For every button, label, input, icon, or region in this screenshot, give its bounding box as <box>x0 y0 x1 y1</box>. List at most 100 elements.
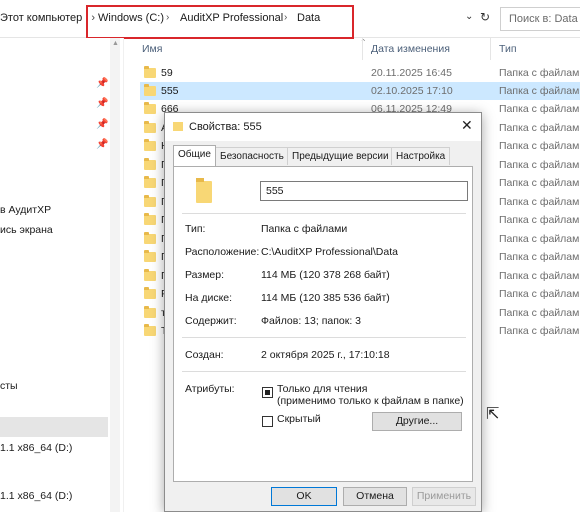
search-input[interactable]: Поиск в: Data <box>500 7 580 31</box>
hidden-checkbox[interactable] <box>262 416 273 427</box>
item-type: Папка с файлами <box>499 67 580 79</box>
chevron-right-icon[interactable]: › <box>166 12 169 23</box>
item-type: Папка с файлами <box>499 214 580 226</box>
item-type: Папка с файлами <box>499 196 580 208</box>
navigation-pane: 📌 📌 📌 📌 в АудитХР ись экрана сты 1.1 x86… <box>0 38 124 512</box>
nav-item-selected[interactable] <box>0 417 108 437</box>
item-name: 59 <box>161 67 173 79</box>
dialog-titlebar[interactable]: Свойства: 555 ✕ <box>165 113 481 141</box>
crumb-auditxp[interactable]: AuditXP Professional <box>180 12 283 24</box>
item-type: Папка с файлами <box>499 140 580 152</box>
general-panel: 555 Тип: Папка с файлами Расположение: C… <box>173 166 473 482</box>
prop-value-contains: Файлов: 13; папок: 3 <box>261 315 362 327</box>
prop-label-location: Расположение: <box>185 246 260 258</box>
item-type: Папка с файлами <box>499 103 580 115</box>
folder-icon <box>144 232 156 244</box>
tab-bar: Общие Безопасность Предыдущие версии Нас… <box>173 145 473 167</box>
tab-general[interactable]: Общие <box>173 145 216 166</box>
scroll-up-icon[interactable]: ▲ <box>112 40 119 47</box>
readonly-note: (применимо только к файлам в папке) <box>277 395 464 407</box>
ok-button[interactable]: OK <box>271 487 337 506</box>
readonly-checkbox[interactable] <box>262 387 273 398</box>
item-date: 02.10.2025 17:10 <box>371 85 453 97</box>
search-placeholder: Поиск в: Data <box>509 13 578 25</box>
folder-icon <box>144 158 156 170</box>
dialog-title: Свойства: 555 <box>189 121 262 133</box>
chevron-right-icon[interactable]: › <box>284 12 287 23</box>
prop-label-size-on-disk: На диске: <box>185 292 233 304</box>
list-header: ⌃ Имя Дата изменения Тип <box>124 38 580 60</box>
address-bar: Этот компьютер › Windows (C:) › AuditXP … <box>0 0 580 39</box>
tab-customize[interactable]: Настройка <box>391 147 451 165</box>
prop-label-contains: Содержит: <box>185 315 237 327</box>
folder-icon <box>144 66 156 78</box>
tab-security[interactable]: Безопасность <box>215 147 289 165</box>
close-icon[interactable]: ✕ <box>461 117 473 134</box>
folder-icon <box>144 287 156 299</box>
apply-button[interactable]: Применить <box>412 487 476 506</box>
prop-value-size: 114 МБ (120 378 268 байт) <box>261 269 390 281</box>
properties-dialog: Свойства: 555 ✕ Общие Безопасность Преды… <box>164 112 482 512</box>
divider <box>182 213 466 214</box>
folder-icon <box>144 195 156 207</box>
nav-item-tests[interactable]: сты <box>0 380 18 392</box>
chevron-down-icon[interactable]: ⌄ <box>465 11 473 22</box>
nav-scrollbar[interactable]: ▲ <box>110 38 120 512</box>
readonly-label[interactable]: Только для чтения <box>277 383 367 395</box>
pin-icon[interactable]: 📌 <box>96 139 108 150</box>
pin-icon[interactable]: 📌 <box>96 78 108 89</box>
item-type: Папка с файлами <box>499 177 580 189</box>
prop-value-size-on-disk: 114 МБ (120 385 536 байт) <box>261 292 390 304</box>
item-type: Папка с файлами <box>499 307 580 319</box>
prop-value-created: 2 октября 2025 г., 17:10:18 <box>261 349 390 361</box>
column-name[interactable]: Имя <box>142 43 162 55</box>
attributes-label: Атрибуты: <box>185 383 235 395</box>
list-item[interactable]: 59 20.11.2025 16:45 Папка с файлами <box>140 64 580 82</box>
item-type: Папка с файлами <box>499 288 580 300</box>
folder-icon <box>144 213 156 225</box>
column-date[interactable]: Дата изменения <box>371 43 450 55</box>
mouse-cursor-icon: ⇱ <box>486 406 500 423</box>
item-type: Папка с файлами <box>499 85 580 97</box>
folder-icon <box>144 250 156 262</box>
other-attributes-button[interactable]: Другие... <box>372 412 462 431</box>
crumb-data[interactable]: Data <box>297 12 320 24</box>
nav-item-drive-d-2[interactable]: 1.1 x86_64 (D:) <box>0 490 72 502</box>
folder-name-input[interactable]: 555 <box>260 181 468 201</box>
cancel-button[interactable]: Отмена <box>343 487 407 506</box>
column-type[interactable]: Тип <box>499 43 517 55</box>
prop-value-type: Папка с файлами <box>261 223 348 235</box>
folder-name-value: 555 <box>266 185 284 197</box>
item-type: Папка с файлами <box>499 325 580 337</box>
folder-icon <box>144 139 156 151</box>
item-type: Папка с файлами <box>499 233 580 245</box>
folder-icon <box>173 122 183 131</box>
item-type: Папка с файлами <box>499 159 580 171</box>
column-divider[interactable] <box>362 38 363 60</box>
pin-icon[interactable]: 📌 <box>96 98 108 109</box>
nav-item-screen-recording[interactable]: ись экрана <box>0 224 53 236</box>
prop-label-created: Создан: <box>185 349 224 361</box>
tab-previous-versions[interactable]: Предыдущие версии <box>287 147 394 165</box>
this-pc-crumb[interactable]: Этот компьютер › <box>0 12 95 24</box>
item-type: Папка с файлами <box>499 270 580 282</box>
prop-value-location: C:\AuditXP Professional\Data <box>261 246 398 258</box>
folder-icon <box>196 178 212 203</box>
nav-item-drive-d[interactable]: 1.1 x86_64 (D:) <box>0 442 72 454</box>
divider <box>182 371 466 372</box>
item-name: 555 <box>161 85 179 97</box>
folder-icon <box>144 324 156 336</box>
item-type: Папка с файлами <box>499 122 580 134</box>
refresh-icon[interactable]: ↻ <box>480 10 490 24</box>
pin-icon[interactable]: 📌 <box>96 119 108 130</box>
hidden-label[interactable]: Скрытый <box>277 413 321 425</box>
list-item-selected[interactable]: 555 02.10.2025 17:10 Папка с файлами <box>140 82 580 100</box>
this-pc-label: Этот компьютер <box>0 12 83 24</box>
crumb-drive[interactable]: Windows (C:) <box>98 12 164 24</box>
sort-caret-icon: ⌃ <box>360 38 367 47</box>
folder-icon <box>144 102 156 114</box>
divider <box>182 337 466 338</box>
folder-icon <box>144 84 156 96</box>
nav-item-auditxp[interactable]: в АудитХР <box>0 204 51 216</box>
column-divider[interactable] <box>490 38 491 60</box>
